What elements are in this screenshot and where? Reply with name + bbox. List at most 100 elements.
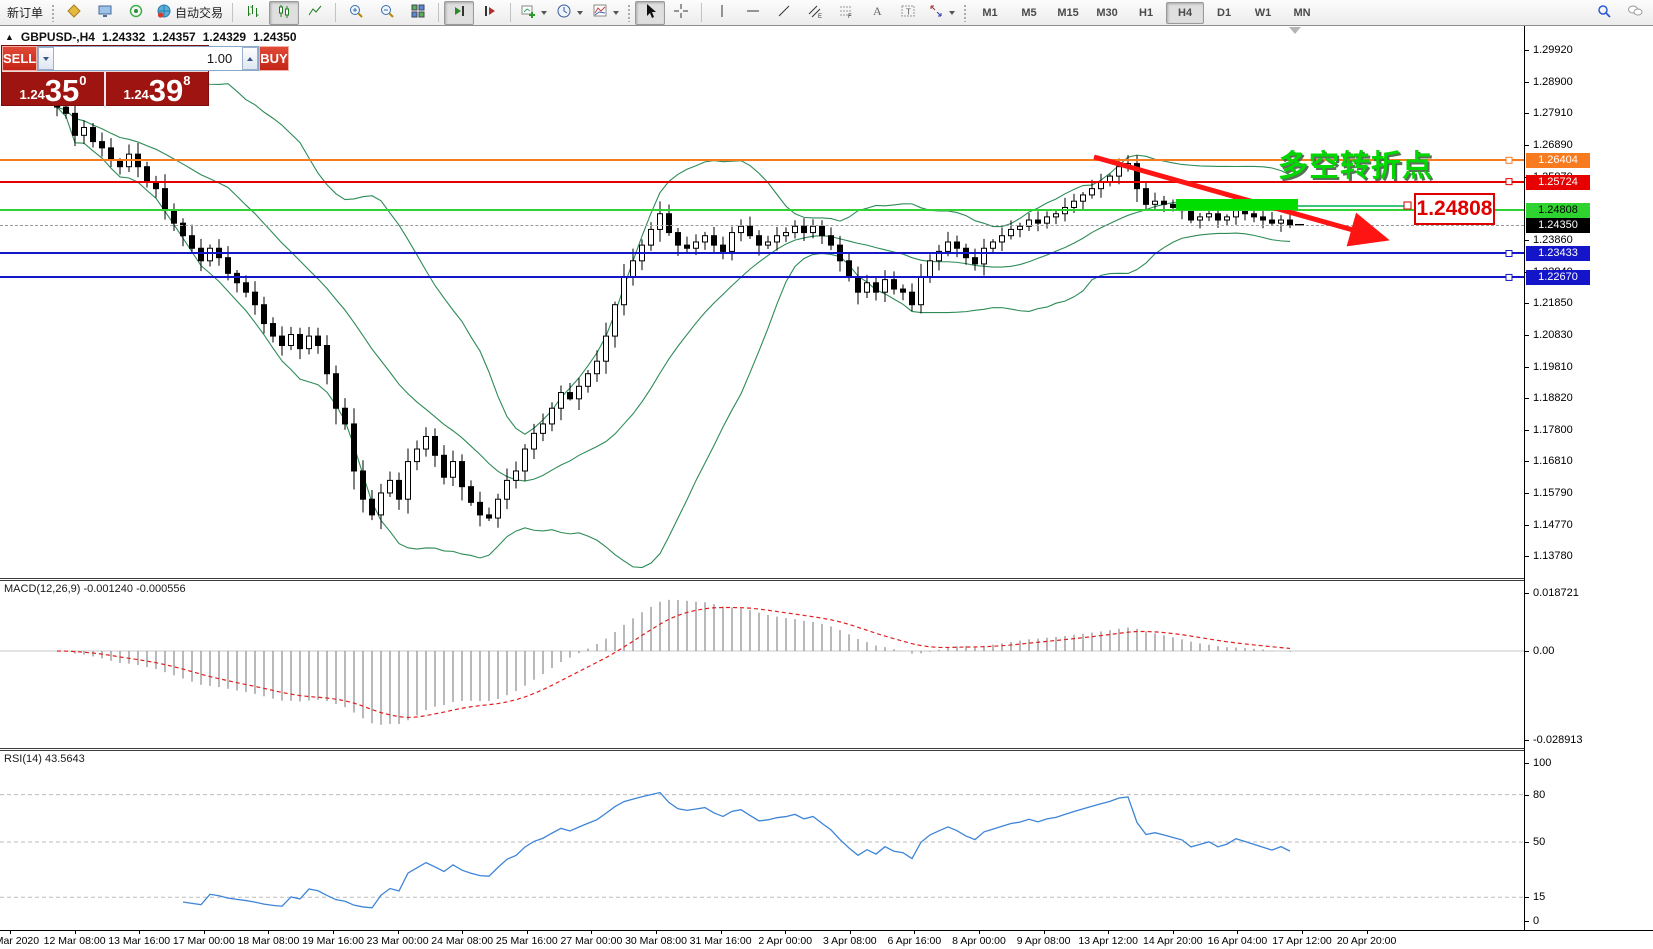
macd-panel-divider[interactable] bbox=[0, 580, 1524, 581]
timeframe-m30-button[interactable]: M30 bbox=[1088, 2, 1126, 24]
search-button[interactable] bbox=[1589, 1, 1619, 25]
time-tick-label: 11 Mar 2020 bbox=[0, 935, 39, 947]
dropdown-caret-icon bbox=[541, 11, 547, 15]
level-price-badge: 1.24808 bbox=[1526, 203, 1590, 218]
time-tick-label: 17 Mar 00:00 bbox=[173, 935, 235, 947]
chat-icon bbox=[1626, 3, 1644, 22]
sell-price[interactable]: 1.24350 bbox=[2, 72, 106, 108]
buy-button[interactable]: BUY bbox=[259, 46, 288, 71]
chart-collapse-arrow[interactable] bbox=[1289, 27, 1301, 34]
periods-button[interactable] bbox=[552, 1, 587, 25]
arrows-button[interactable] bbox=[924, 1, 959, 25]
horizontal-line-icon bbox=[745, 3, 761, 22]
time-tick-label: 24 Mar 08:00 bbox=[431, 935, 493, 947]
line-chart-button[interactable] bbox=[300, 1, 330, 25]
macd-tick-label: 0.018721 bbox=[1533, 587, 1579, 599]
buy-price[interactable]: 1.24398 bbox=[106, 72, 208, 108]
time-tick-label: 9 Apr 08:00 bbox=[1017, 935, 1071, 947]
svg-text:T: T bbox=[906, 8, 911, 17]
volume-increase-button[interactable] bbox=[242, 47, 258, 70]
rsi-panel-divider[interactable] bbox=[0, 748, 1524, 749]
trendline-button[interactable] bbox=[769, 1, 799, 25]
metaeditor-button[interactable] bbox=[90, 1, 120, 25]
timeframe-w1-button[interactable]: W1 bbox=[1244, 2, 1282, 24]
gold-diamond-icon bbox=[66, 3, 82, 22]
timeframe-m15-button[interactable]: M15 bbox=[1049, 2, 1087, 24]
volume-input[interactable] bbox=[54, 50, 242, 67]
signal-icon bbox=[128, 3, 144, 22]
price-callout-box[interactable]: 1.24808 bbox=[1414, 193, 1495, 225]
toolbar-grip bbox=[51, 4, 55, 22]
broadcast-button[interactable] bbox=[121, 1, 151, 25]
sell-price-pip: 0 bbox=[79, 73, 86, 88]
timeframe-mn-button[interactable]: MN bbox=[1283, 2, 1321, 24]
auto-trading-button[interactable]: 自动交易 bbox=[152, 1, 227, 25]
rsi-panel-divider[interactable] bbox=[0, 750, 1524, 751]
price-tick-label: 1.26890 bbox=[1533, 139, 1573, 151]
price-tick-label: 1.17800 bbox=[1533, 424, 1573, 436]
fibonacci-button[interactable]: F bbox=[831, 1, 861, 25]
crosshair-button[interactable] bbox=[666, 1, 696, 25]
text-label-button[interactable]: T bbox=[893, 1, 923, 25]
channel-icon: E bbox=[807, 3, 823, 22]
candlestick-chart-button[interactable] bbox=[269, 1, 299, 25]
auto-scroll-button[interactable] bbox=[444, 1, 474, 25]
price-tick-label: 1.23860 bbox=[1533, 234, 1573, 246]
arrows-icon bbox=[928, 3, 944, 22]
text-button[interactable]: A bbox=[862, 1, 892, 25]
zoom-in-icon bbox=[348, 3, 364, 22]
sell-button[interactable]: SELL bbox=[2, 46, 37, 71]
time-tick-label: 6 Apr 16:00 bbox=[888, 935, 942, 947]
turning-point-annotation[interactable]: 多空转折点 bbox=[1278, 141, 1433, 185]
timeframe-d1-button[interactable]: D1 bbox=[1205, 2, 1243, 24]
price-tick-label: 1.29920 bbox=[1533, 44, 1573, 56]
sell-price-base: 1.24 bbox=[19, 87, 44, 102]
macd-panel-divider[interactable] bbox=[0, 578, 1524, 579]
level-line-1.23433[interactable] bbox=[0, 252, 1524, 254]
volume-decrease-button[interactable] bbox=[38, 47, 54, 70]
text-icon: A bbox=[869, 3, 885, 22]
tile-windows-button[interactable] bbox=[403, 1, 433, 25]
new-chart-button[interactable] bbox=[516, 1, 551, 25]
macd-label: MACD(12,26,9) -0.001240 -0.000556 bbox=[4, 583, 186, 595]
level-line-1.22670[interactable] bbox=[0, 276, 1524, 278]
zoom-in-button[interactable] bbox=[341, 1, 371, 25]
panel-collapse-icon[interactable]: ▲ bbox=[5, 32, 14, 42]
time-tick-label: 14 Apr 20:00 bbox=[1143, 935, 1203, 947]
buy-price-base: 1.24 bbox=[123, 87, 148, 102]
tile-windows-icon bbox=[410, 3, 426, 22]
chat-button[interactable] bbox=[1620, 1, 1650, 25]
channel-button[interactable]: E bbox=[800, 1, 830, 25]
zoom-out-icon bbox=[379, 3, 395, 22]
ohlc-open: 1.24332 bbox=[102, 30, 145, 44]
one-click-trading-panel: SELL BUY 1.24350 1.24398 bbox=[1, 45, 209, 106]
level-line-1.24808[interactable] bbox=[0, 209, 1524, 211]
buy-price-big: 39 bbox=[149, 76, 183, 106]
timeframe-h4-button[interactable]: H4 bbox=[1166, 2, 1204, 24]
indicators-button[interactable] bbox=[588, 1, 623, 25]
market-watch-button[interactable] bbox=[59, 1, 89, 25]
zoom-out-button[interactable] bbox=[372, 1, 402, 25]
horizontal-line-button[interactable] bbox=[738, 1, 768, 25]
timeframe-h1-button[interactable]: H1 bbox=[1127, 2, 1165, 24]
cursor-button[interactable] bbox=[635, 1, 665, 25]
time-tick-label: 20 Apr 20:00 bbox=[1337, 935, 1397, 947]
time-tick-label: 16 Apr 04:00 bbox=[1208, 935, 1268, 947]
new-order-button[interactable]: 新订单 bbox=[3, 1, 47, 25]
bar-chart-button[interactable] bbox=[238, 1, 268, 25]
rsi-tick-label: 50 bbox=[1533, 836, 1545, 848]
macd-tick-label: 0.00 bbox=[1533, 645, 1554, 657]
chart-shift-button[interactable] bbox=[475, 1, 505, 25]
timeframe-m1-button[interactable]: M1 bbox=[971, 2, 1009, 24]
price-tick-label: 1.20830 bbox=[1533, 329, 1573, 341]
symbol-title: GBPUSD-,H4 bbox=[21, 30, 95, 44]
price-tick-label: 1.27910 bbox=[1533, 107, 1573, 119]
level-price-badge: 1.22670 bbox=[1526, 270, 1590, 285]
volume-spinner bbox=[37, 46, 259, 71]
dropdown-caret-icon bbox=[577, 11, 583, 15]
vertical-line-button[interactable] bbox=[707, 1, 737, 25]
text-label-icon: T bbox=[900, 3, 916, 22]
time-tick-label: 17 Apr 12:00 bbox=[1272, 935, 1332, 947]
timeframe-m5-button[interactable]: M5 bbox=[1010, 2, 1048, 24]
chart-header: ▲ GBPUSD-,H4 1.24332 1.24357 1.24329 1.2… bbox=[5, 30, 297, 44]
